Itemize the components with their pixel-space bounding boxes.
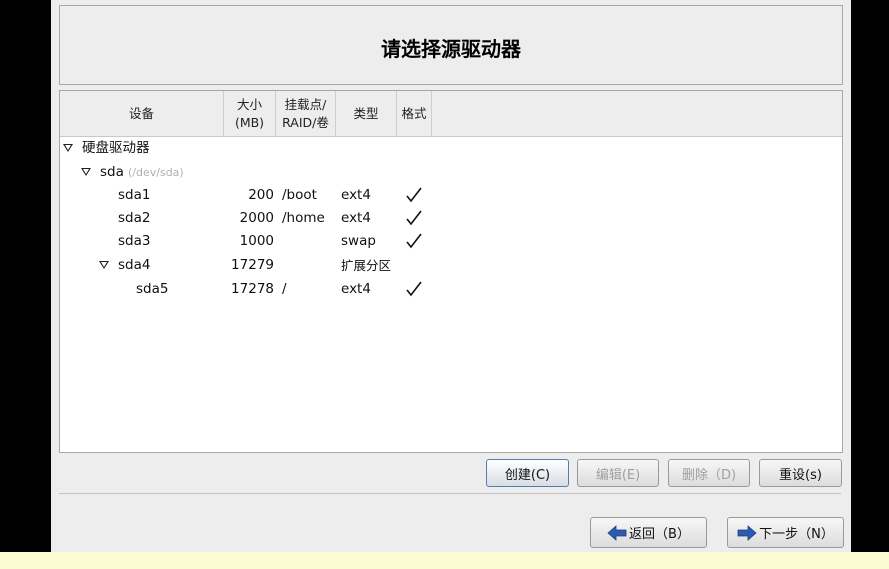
next-button[interactable]: 下一步（N）: [727, 517, 844, 548]
reset-button[interactable]: 重设(s): [759, 459, 842, 487]
partition-mount: /home: [282, 210, 325, 226]
arrow-left-icon: [607, 524, 627, 541]
partition-size: 17278: [231, 281, 274, 297]
divider: [59, 493, 841, 494]
title-panel: 请选择源驱动器: [59, 5, 843, 85]
table-row[interactable]: sda3 1000 swap: [60, 230, 842, 253]
partition-type: ext4: [341, 187, 371, 203]
back-button[interactable]: 返回（B）: [590, 517, 707, 548]
partition-size: 17279: [231, 257, 274, 273]
expander-triangle-icon[interactable]: [81, 168, 91, 176]
tree-row-disk[interactable]: sda (/dev/sda): [60, 161, 842, 184]
installer-window: 请选择源驱动器 设备 大小 (MB) 挂载点/ RAID/卷 类型 格式 硬盘驱…: [51, 0, 851, 552]
right-black-border: [851, 0, 889, 552]
column-header-format[interactable]: 格式: [396, 91, 432, 136]
create-button[interactable]: 创建(C): [486, 459, 569, 487]
partition-size: 2000: [239, 210, 274, 226]
arrow-right-icon: [737, 524, 757, 541]
partition-table[interactable]: 设备 大小 (MB) 挂载点/ RAID/卷 类型 格式 硬盘驱动器 sda (…: [59, 90, 843, 453]
back-button-label: 返回（B）: [629, 527, 690, 542]
table-row[interactable]: sda5 17278 / ext4: [60, 278, 842, 301]
partition-name: sda5: [136, 281, 169, 297]
edit-button[interactable]: 编辑(E): [577, 459, 659, 487]
left-black-border: [0, 0, 51, 552]
column-header-device[interactable]: 设备: [60, 91, 224, 136]
disk-name: sda: [100, 164, 124, 180]
checkmark-icon: [406, 210, 422, 226]
bottom-bar: [0, 552, 889, 569]
partition-name: sda3: [118, 233, 151, 249]
column-header-size[interactable]: 大小 (MB): [224, 91, 276, 136]
tree-row-hard-drives[interactable]: 硬盘驱动器: [60, 137, 842, 160]
partition-size: 1000: [239, 233, 274, 249]
checkmark-icon: [406, 187, 422, 203]
table-row[interactable]: sda2 2000 /home ext4: [60, 207, 842, 230]
checkmark-icon: [406, 233, 422, 249]
page-title: 请选择源驱动器: [381, 37, 521, 61]
tree-row-extended-partition[interactable]: sda4 17279 扩展分区: [60, 254, 842, 277]
table-header: 设备 大小 (MB) 挂载点/ RAID/卷 类型 格式: [60, 91, 842, 137]
partition-type: ext4: [341, 210, 371, 226]
checkmark-icon: [406, 281, 422, 297]
table-row[interactable]: sda1 200 /boot ext4: [60, 184, 842, 207]
column-header-mount[interactable]: 挂载点/ RAID/卷: [276, 91, 336, 136]
next-button-label: 下一步（N）: [759, 527, 834, 542]
expander-triangle-icon[interactable]: [63, 144, 73, 152]
partition-type: 扩展分区: [341, 258, 392, 273]
partition-type: swap: [341, 233, 376, 249]
partition-size: 200: [248, 187, 274, 203]
tree-label: 硬盘驱动器: [82, 140, 150, 156]
partition-mount: /boot: [282, 187, 317, 203]
partition-type: ext4: [341, 281, 371, 297]
expander-triangle-icon[interactable]: [99, 261, 109, 269]
column-header-type[interactable]: 类型: [336, 91, 396, 136]
disk-path: (/dev/sda): [128, 166, 184, 179]
delete-button[interactable]: 删除（D): [668, 459, 750, 487]
partition-name: sda1: [118, 187, 151, 203]
partition-name: sda2: [118, 210, 151, 226]
partition-name: sda4: [118, 257, 151, 273]
partition-mount: /: [282, 281, 287, 297]
